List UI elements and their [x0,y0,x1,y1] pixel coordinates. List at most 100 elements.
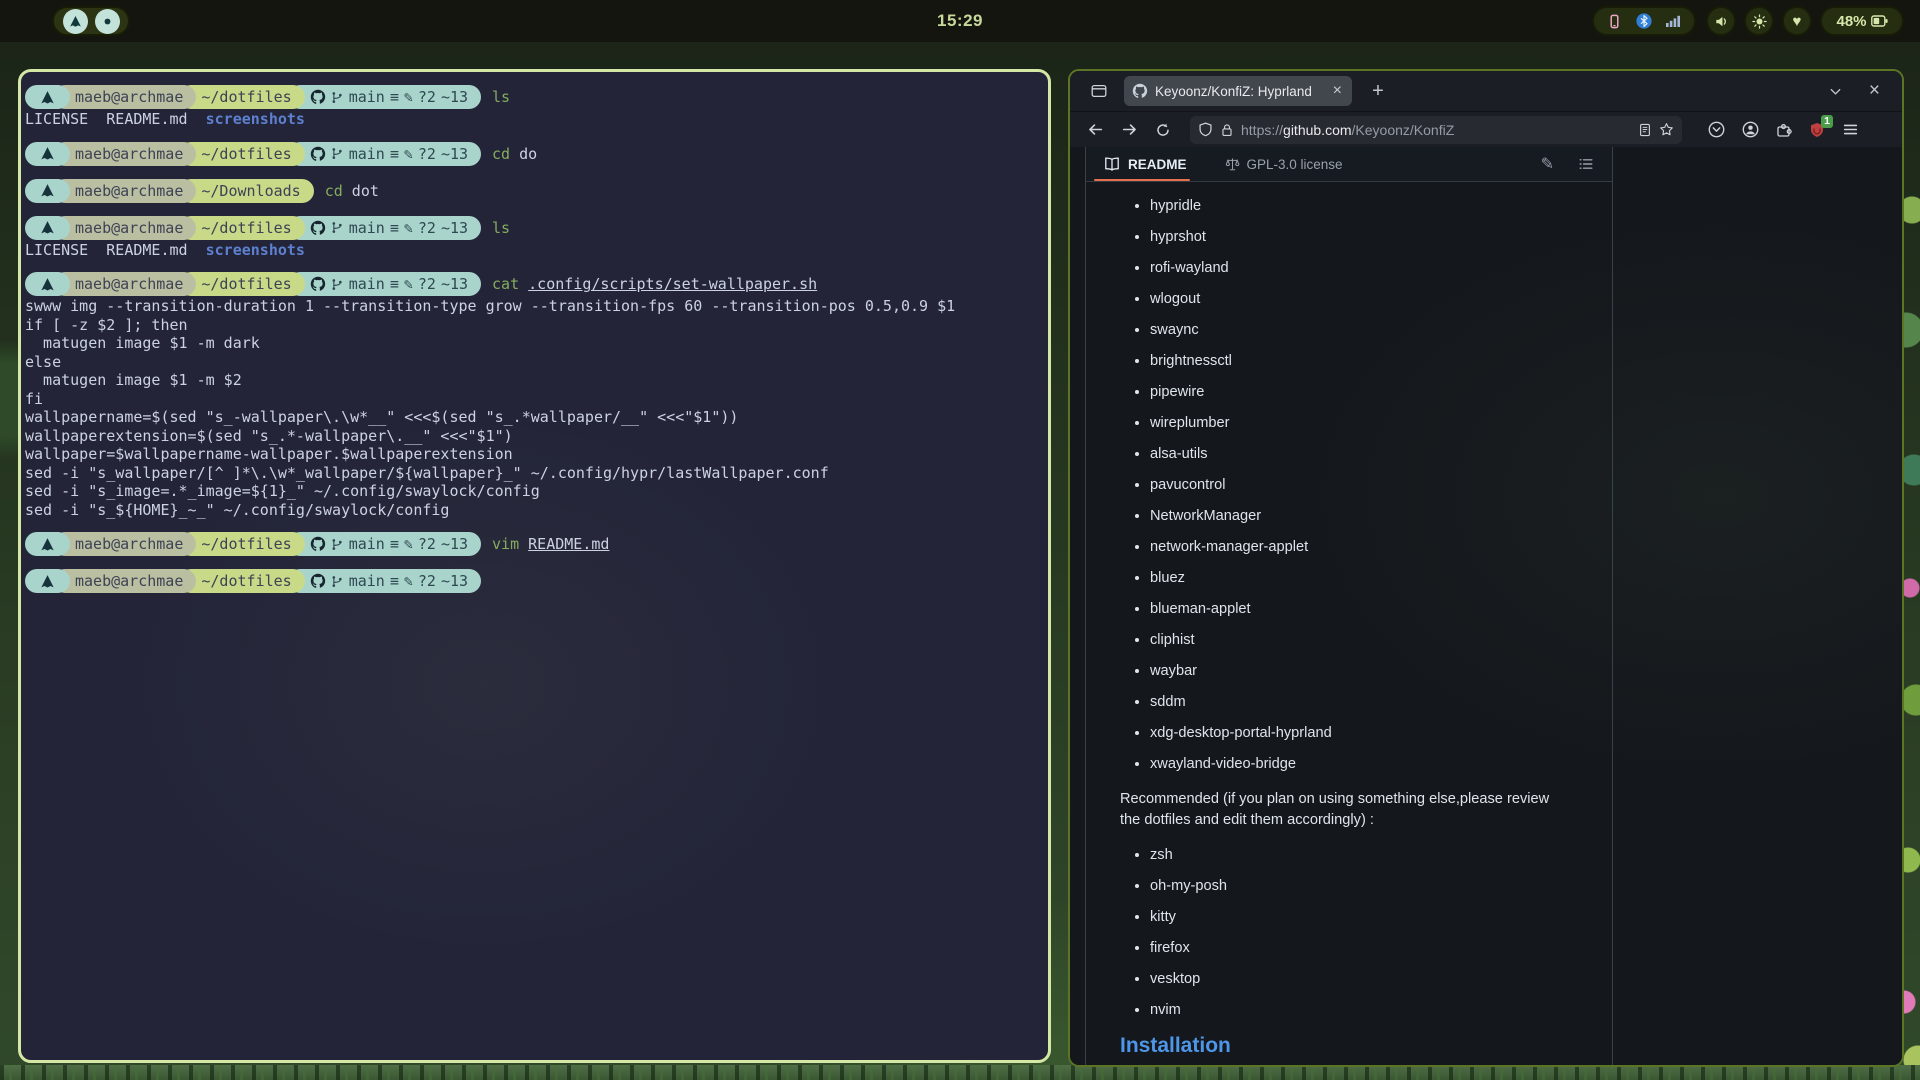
readme-tab-label: README [1128,157,1187,172]
command-span: dot [343,182,379,200]
readme-list-item: oh-my-posh [1150,878,1578,895]
new-tab-button[interactable]: + [1364,77,1392,105]
readme-list-item: network-manager-applet [1150,539,1578,556]
output-span: LICENSE [25,110,88,128]
prompt-arch-segment [25,142,70,166]
tab-bar: Keyoonz/KonfiZ: Hyprland × + × [1070,71,1902,111]
terminal-window[interactable]: maeb@archmae~/dotfilesmain≡✎?2~13lsLICEN… [18,69,1051,1063]
git-branch-icon [331,147,344,160]
terminal-output-line: wallpaper=$wallpapername-wallpaper.$wall… [25,445,1040,464]
prompt-git-segment: main≡✎?2~13 [288,569,481,593]
kdeconnect-phone-icon[interactable] [1607,14,1622,29]
git-branch-icon [331,538,344,551]
system-tray[interactable] [1592,6,1696,36]
edit-pencil-icon[interactable]: ✎ [1541,154,1554,174]
extensions-puzzle-icon[interactable] [1776,122,1792,138]
command-span: do [510,145,537,163]
git-edit-icon: ✎ [404,219,413,237]
url-bar[interactable]: https://github.com/Keyoonz/KonfiZ [1190,116,1682,144]
browser-tab-active[interactable]: Keyoonz/KonfiZ: Hyprland × [1124,76,1352,106]
reader-mode-icon[interactable] [1638,123,1652,137]
prompt-user-segment: maeb@archmae [53,142,196,166]
terminal-command: vim README.md [492,535,609,553]
volume-button[interactable] [1706,6,1736,36]
prompt-git-segment: main≡✎?2~13 [288,142,481,166]
terminal-prompt: maeb@archmae~/Downloadscd dot [25,179,1040,203]
terminal-command: ls [492,219,510,237]
terminal-block: maeb@archmae~/dotfilesmain≡✎?2~13lsLICEN… [25,85,1040,129]
list-all-tabs-icon[interactable] [1828,84,1843,99]
readme-list-item: firefox [1150,940,1578,957]
readme-list-item: kitty [1150,909,1578,926]
git-branch-name: main [349,145,385,163]
git-modified-count: ~13 [441,275,468,293]
readme-list-item: swaync [1150,322,1578,339]
readme-list-item: wlogout [1150,291,1578,308]
arch-logo-icon [40,537,55,552]
terminal-prompt: maeb@archmae~/dotfilesmain≡✎?2~13 [25,569,1040,593]
command-span: README.md [528,535,609,553]
terminal-prompt: maeb@archmae~/dotfilesmain≡✎?2~13cat .co… [25,272,1040,296]
readme-header: README GPL-3.0 license ✎ [1086,147,1612,182]
bookmark-star-icon[interactable] [1659,122,1674,137]
output-span [88,241,106,259]
output-span: else [25,353,61,371]
firefox-window[interactable]: Keyoonz/KonfiZ: Hyprland × + × [1068,69,1904,1067]
prompt-path-segment: ~/dotfiles [179,532,304,556]
status-bar: 15:29 ♥ 48% [0,0,1920,42]
readme-list-item: cliphist [1150,632,1578,649]
terminal-block: maeb@archmae~/dotfilesmain≡✎?2~13 [25,569,1040,593]
account-icon[interactable] [1742,121,1759,138]
github-octocat-icon [310,536,326,552]
output-span: LICENSE [25,241,88,259]
arch-logo-icon [40,146,55,161]
window-close-icon[interactable]: × [1869,80,1880,102]
firefox-view-button[interactable] [1084,76,1114,106]
heart-button[interactable]: ♥ [1782,6,1812,36]
forward-button[interactable] [1114,116,1144,144]
terminal-block: maeb@archmae~/Downloadscd dot [25,179,1040,203]
bluetooth-icon[interactable] [1636,13,1652,29]
back-button[interactable] [1080,116,1110,144]
readme-list-item: brightnessctl [1150,353,1578,370]
arch-logo-icon [40,277,55,292]
prompt-user-segment: maeb@archmae [53,569,196,593]
lock-icon[interactable] [1220,123,1234,137]
git-untracked-count: ?2 [418,145,436,163]
readme-list-item: blueman-applet [1150,601,1578,618]
prompt-arch-segment [25,569,70,593]
git-branch-icon [331,278,344,291]
prompt-user-segment: maeb@archmae [53,272,196,296]
terminal-block: maeb@archmae~/dotfilesmain≡✎?2~13vim REA… [25,532,1040,556]
prompt-git-segment: main≡✎?2~13 [288,532,481,556]
output-span: swww img --transition-duration 1 --trans… [25,297,955,315]
tracking-shield-icon[interactable] [1198,122,1213,137]
output-span: sed -i "s_${HOME}_~_" ~/.config/swaylock… [25,501,449,519]
signal-strength-icon[interactable] [1665,14,1681,28]
output-span: wallpaper=$wallpapername-wallpaper.$wall… [25,445,513,463]
battery-percent: 48% [1836,13,1866,30]
brightness-button[interactable] [1744,6,1774,36]
git-modified-count: ~13 [441,572,468,590]
git-edit-icon: ✎ [404,535,413,553]
git-untracked-count: ?2 [418,88,436,106]
reload-button[interactable] [1148,116,1178,144]
tab-close-icon[interactable]: × [1331,83,1344,99]
git-branch-name: main [349,572,385,590]
tab-license[interactable]: GPL-3.0 license [1225,157,1343,172]
menu-hamburger-icon[interactable] [1842,121,1859,138]
output-span: README.md [106,110,187,128]
git-untracked-count: ?2 [418,219,436,237]
command-span: vim [492,535,519,553]
battery-indicator[interactable]: 48% [1820,6,1904,36]
pocket-icon[interactable] [1708,121,1725,138]
terminal-block: maeb@archmae~/dotfilesmain≡✎?2~13cat .co… [25,272,1040,519]
outline-toc-icon[interactable] [1578,156,1594,172]
package-list: hypridlehyprshotrofi-waylandwlogoutswayn… [1120,198,1578,773]
heart-icon: ♥ [1793,13,1802,30]
git-status-equal: ≡ [390,219,399,237]
terminal-output-line: LICENSE README.md screenshots [25,241,1040,260]
tab-readme[interactable]: README [1104,147,1187,181]
url-text[interactable]: https://github.com/Keyoonz/KonfiZ [1241,122,1631,138]
ublock-icon[interactable]: 1 [1809,122,1825,138]
